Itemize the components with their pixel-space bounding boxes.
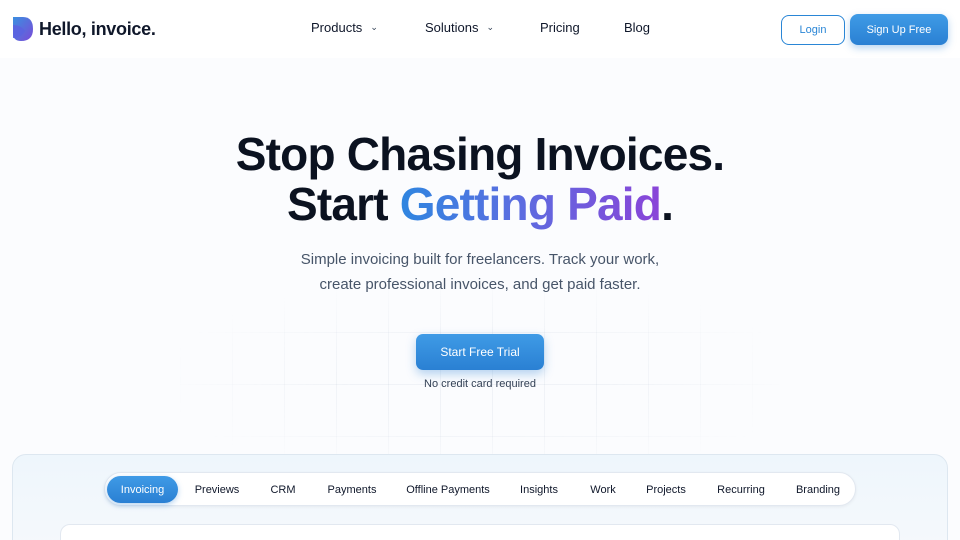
feature-tabs: Invoicing Previews CRM Payments Offline … <box>104 472 856 506</box>
nav-pricing[interactable]: Pricing <box>540 20 580 35</box>
signup-button[interactable]: Sign Up Free <box>850 14 948 45</box>
top-navbar: Hello, invoice. Products ⌄ Solutions ⌄ P… <box>0 0 960 58</box>
feature-preview-card <box>60 524 900 540</box>
hero-title-line2: Start Getting Paid. <box>0 180 960 228</box>
tab-branding[interactable]: Branding <box>786 476 850 503</box>
nav-products-label: Products <box>311 20 363 35</box>
login-button[interactable]: Login <box>781 15 845 45</box>
tab-projects[interactable]: Projects <box>637 476 695 503</box>
start-free-trial-button[interactable]: Start Free Trial <box>416 334 544 370</box>
tab-crm[interactable]: CRM <box>259 476 307 503</box>
hero-title-line1: Stop Chasing Invoices. <box>235 128 725 180</box>
hero-title-period: . <box>661 178 674 230</box>
chevron-down-icon: ⌄ <box>370 22 378 32</box>
hero-title-highlight: Getting Paid <box>399 178 662 230</box>
tab-recurring[interactable]: Recurring <box>707 476 775 503</box>
chevron-down-icon: ⌄ <box>486 22 495 32</box>
tab-payments[interactable]: Payments <box>318 476 386 503</box>
tab-offline-payments[interactable]: Offline Payments <box>398 476 498 503</box>
tab-work[interactable]: Work <box>581 476 625 503</box>
nav-blog[interactable]: Blog <box>624 20 650 35</box>
tab-previews[interactable]: Previews <box>184 476 250 503</box>
hero-subtitle-line1: Simple invoicing built for freelancers. … <box>300 251 660 268</box>
hero-subtitle-line2: create professional invoices, and get pa… <box>319 276 641 293</box>
no-credit-card-note: No credit card required <box>424 378 536 390</box>
nav-solutions-label: Solutions <box>425 20 479 35</box>
tab-invoicing[interactable]: Invoicing <box>107 476 178 503</box>
tab-insights[interactable]: Insights <box>509 476 569 503</box>
nav-products[interactable]: Products ⌄ <box>311 20 378 35</box>
hero-title-start: Start <box>286 178 400 230</box>
nav-solutions[interactable]: Solutions ⌄ <box>425 20 494 35</box>
